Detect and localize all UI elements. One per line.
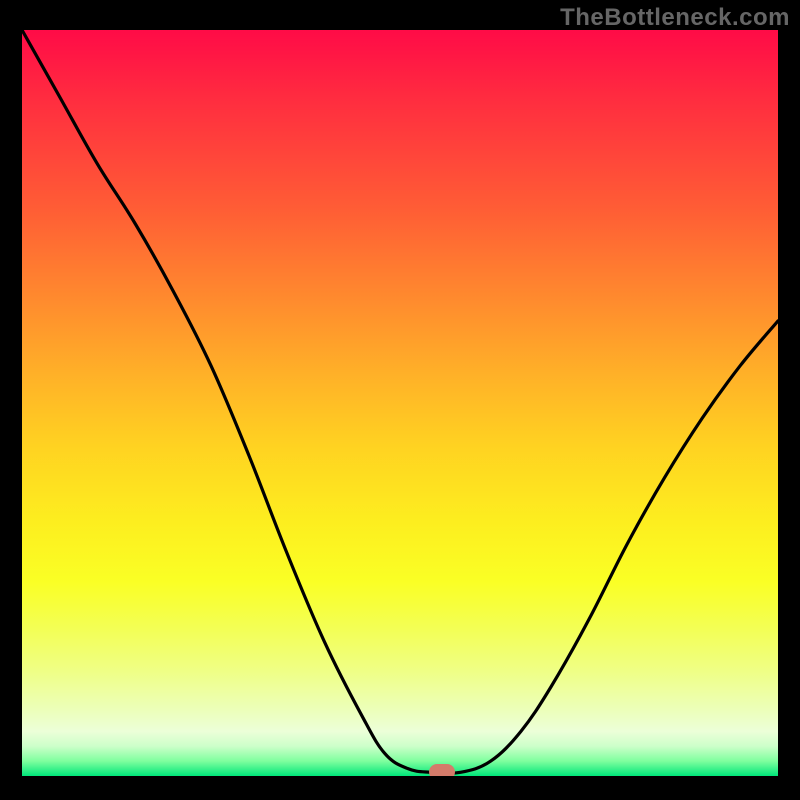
bottleneck-curve <box>22 30 778 776</box>
chart-stage: TheBottleneck.com <box>0 0 800 800</box>
watermark-text: TheBottleneck.com <box>560 4 790 32</box>
optimal-point-marker <box>429 764 455 776</box>
plot-area <box>22 30 778 776</box>
